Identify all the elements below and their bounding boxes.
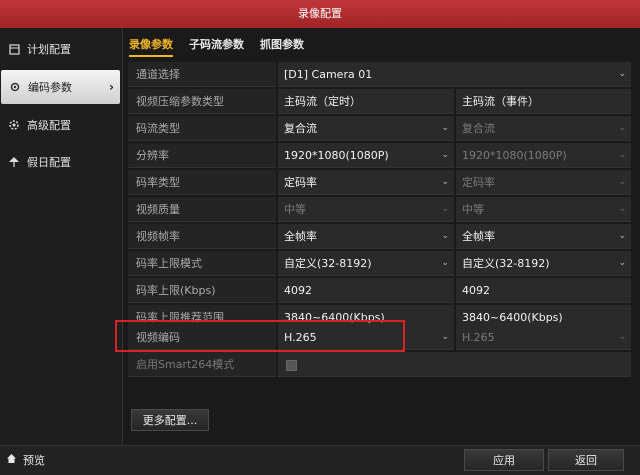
- chevron-right-icon: ›: [109, 80, 114, 94]
- main-bitrate-type-select[interactable]: 定码率 ⌄: [278, 170, 454, 195]
- main-max-bitrate-input[interactable]: 4092: [278, 278, 454, 303]
- table-row: 码率上限(Kbps) 4092 4092: [128, 278, 631, 304]
- chevron-down-icon: ⌄: [441, 332, 449, 342]
- table-row: 码流类型 复合流 ⌄ 复合流 ⌄: [128, 116, 631, 142]
- sidebar-item-encoding[interactable]: 编码参数 ›: [1, 70, 120, 104]
- table-row: 码率上限模式 自定义(32-8192) ⌄ 自定义(32-8192) ⌄: [128, 251, 631, 277]
- preview-button[interactable]: 预览: [6, 450, 121, 470]
- chevron-down-icon: ⌄: [441, 150, 449, 160]
- table-row: 启用Smart264模式: [128, 352, 631, 378]
- window-title: 录像配置: [298, 7, 342, 20]
- tab-record-params[interactable]: 录像参数: [129, 36, 173, 57]
- row-label: 码率上限模式: [128, 251, 276, 276]
- chevron-down-icon: ⌄: [618, 123, 626, 133]
- sidebar-item-holiday[interactable]: 假日配置: [0, 145, 121, 179]
- event-stream-header: 主码流（事件）: [456, 89, 631, 114]
- chevron-down-icon: ⌄: [618, 150, 626, 160]
- select-value: 复合流: [462, 122, 495, 135]
- row-label: 视频帧率: [128, 224, 276, 249]
- smart264-checkbox[interactable]: [286, 360, 297, 371]
- channel-label: 通道选择: [128, 62, 276, 87]
- chevron-down-icon: ⌄: [618, 332, 626, 342]
- smart264-cell: [278, 352, 631, 377]
- chevron-down-icon: ⌄: [618, 69, 626, 79]
- chevron-down-icon: ⌄: [441, 123, 449, 133]
- preview-label: 预览: [23, 454, 45, 467]
- table-row: 视频帧率 全帧率 ⌄ 全帧率 ⌄: [128, 224, 631, 250]
- chevron-down-icon: ⌄: [441, 258, 449, 268]
- chevron-down-icon: ⌄: [618, 258, 626, 268]
- sidebar-item-label: 计划配置: [27, 43, 71, 56]
- row-label: 视频质量: [128, 197, 276, 222]
- event-stream-type-select: 复合流 ⌄: [456, 116, 631, 141]
- row-label: 视频压缩参数类型: [128, 89, 276, 114]
- video-encoding-highlight-box: [115, 320, 405, 352]
- select-value: 1920*1080(1080P): [284, 149, 389, 162]
- chevron-down-icon: ⌄: [618, 231, 626, 241]
- home-icon: [6, 453, 17, 467]
- row-label: 码率类型: [128, 170, 276, 195]
- holiday-icon: [7, 155, 21, 169]
- event-video-encoding-select: H.265 ⌄: [456, 325, 631, 350]
- table-row: 视频质量 中等 ⌄ 中等 ⌄: [128, 197, 631, 223]
- select-value: 中等: [284, 203, 306, 216]
- event-video-quality-select: 中等 ⌄: [456, 197, 631, 222]
- select-value: 1920*1080(1080P): [462, 149, 567, 162]
- main-video-quality-select: 中等 ⌄: [278, 197, 454, 222]
- sidebar-item-label: 编码参数: [28, 81, 72, 94]
- main-stream-type-select[interactable]: 复合流 ⌄: [278, 116, 454, 141]
- channel-row: 通道选择 [D1] Camera 01 ⌄: [128, 62, 631, 88]
- select-value: 中等: [462, 203, 484, 216]
- tab-bar: 录像参数 子码流参数 抓图参数: [122, 28, 640, 58]
- channel-value: [D1] Camera 01: [284, 68, 373, 81]
- sidebar-item-schedule[interactable]: 计划配置: [0, 32, 121, 66]
- event-bitrate-type-select: 定码率 ⌄: [456, 170, 631, 195]
- table-row: 分辨率 1920*1080(1080P) ⌄ 1920*1080(1080P) …: [128, 143, 631, 169]
- sidebar-item-advanced[interactable]: 高级配置: [0, 108, 121, 142]
- chevron-down-icon: ⌄: [618, 177, 626, 187]
- smart264-label: 启用Smart264模式: [128, 352, 276, 377]
- chevron-down-icon: ⌄: [441, 177, 449, 187]
- row-label: 分辨率: [128, 143, 276, 168]
- table-row: 视频压缩参数类型 主码流（定时） 主码流（事件）: [128, 89, 631, 115]
- table-row: 码率类型 定码率 ⌄ 定码率 ⌄: [128, 170, 631, 196]
- back-button[interactable]: 返回: [548, 449, 624, 471]
- schedule-icon: [7, 42, 21, 56]
- main-frame-rate-select[interactable]: 全帧率 ⌄: [278, 224, 454, 249]
- sidebar-item-label: 假日配置: [27, 156, 71, 169]
- event-max-bitrate-input[interactable]: 4092: [456, 278, 631, 303]
- event-frame-rate-select[interactable]: 全帧率 ⌄: [456, 224, 631, 249]
- main-resolution-select[interactable]: 1920*1080(1080P) ⌄: [278, 143, 454, 168]
- main-stream-header: 主码流（定时）: [278, 89, 454, 114]
- chevron-down-icon: ⌄: [441, 204, 449, 214]
- event-max-bitrate-mode-select[interactable]: 自定义(32-8192) ⌄: [456, 251, 631, 276]
- select-value: 全帧率: [284, 230, 317, 243]
- channel-select[interactable]: [D1] Camera 01 ⌄: [278, 62, 631, 87]
- chevron-down-icon: ⌄: [441, 231, 449, 241]
- select-value: H.265: [462, 331, 495, 344]
- advanced-settings-icon: [7, 118, 21, 132]
- row-label: 码流类型: [128, 116, 276, 141]
- select-value: 全帧率: [462, 230, 495, 243]
- tab-substream-params[interactable]: 子码流参数: [189, 36, 244, 52]
- sidebar-item-label: 高级配置: [27, 119, 71, 132]
- event-resolution-select: 1920*1080(1080P) ⌄: [456, 143, 631, 168]
- main-max-bitrate-mode-select[interactable]: 自定义(32-8192) ⌄: [278, 251, 454, 276]
- window-title-bar: 录像配置: [0, 0, 640, 28]
- tab-capture-params[interactable]: 抓图参数: [260, 36, 304, 52]
- select-value: 定码率: [284, 176, 317, 189]
- select-value: 自定义(32-8192): [462, 257, 550, 270]
- row-label: 码率上限(Kbps): [128, 278, 276, 303]
- select-value: 定码率: [462, 176, 495, 189]
- select-value: 自定义(32-8192): [284, 257, 372, 270]
- select-value: 复合流: [284, 122, 317, 135]
- chevron-down-icon: ⌄: [618, 204, 626, 214]
- more-config-button[interactable]: 更多配置...: [131, 409, 209, 431]
- encoding-gear-icon: [8, 80, 22, 94]
- sidebar: 计划配置 编码参数 › 高级配置 假日配置: [0, 28, 123, 445]
- apply-button[interactable]: 应用: [464, 449, 544, 471]
